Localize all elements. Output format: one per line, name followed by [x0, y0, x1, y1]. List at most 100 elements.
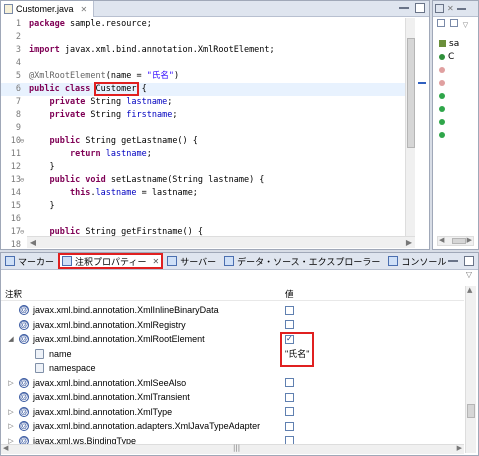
member-icon [439, 66, 445, 73]
outline-item[interactable] [433, 128, 478, 141]
code-line[interactable]: 11 return lastname; [1, 148, 406, 161]
scroll-right-icon[interactable]: ▶ [457, 444, 462, 452]
view-menu-icon[interactable]: ▽ [463, 21, 468, 29]
code-token: lastname [126, 97, 168, 107]
code-area[interactable]: 1 package sample.resource; 2 3 import javax.… [1, 18, 406, 276]
tab-markers[interactable]: マーカー [1, 253, 58, 269]
fold-icon[interactable]: ⊖ [20, 135, 24, 148]
code-line[interactable]: 7 private String lastname; [1, 96, 406, 109]
annotation-row[interactable]: @ javax.xml.bind.annotation.XmlTransient [1, 390, 464, 405]
scroll-up-icon[interactable]: ▲ [467, 286, 472, 294]
scroll-thumb[interactable] [467, 404, 475, 418]
expanded-twisty-icon[interactable]: ◢ [7, 335, 15, 343]
minimize-icon[interactable] [399, 3, 409, 9]
tab-console[interactable]: コンソール [384, 253, 450, 269]
scroll-thumb[interactable] [452, 238, 466, 244]
close-icon[interactable]: ✕ [152, 257, 159, 266]
outline-item[interactable] [433, 89, 478, 102]
column-header-annotation[interactable]: 注釈 [1, 286, 281, 300]
enable-checkbox[interactable] [285, 421, 294, 431]
enable-checkbox[interactable] [285, 407, 294, 417]
tab-servers[interactable]: サーバー [163, 253, 220, 269]
outline-item[interactable] [433, 63, 478, 76]
editor-tabbar: Customer.java ✕ [1, 1, 429, 17]
editor-vertical-scrollbar[interactable] [405, 18, 415, 236]
code-line[interactable]: 12 } [1, 161, 406, 174]
scroll-right-icon[interactable]: ▶ [403, 237, 415, 249]
member-icon [439, 53, 445, 60]
enable-checkbox[interactable] [285, 392, 294, 402]
outline-item[interactable]: C [433, 50, 478, 63]
fold-icon[interactable]: ⊖ [20, 174, 24, 187]
hide-fields-icon[interactable] [449, 19, 458, 27]
row-label: namespace [49, 363, 96, 374]
scroll-grip-icon[interactable]: ||| [233, 444, 240, 452]
outline-view-icon[interactable] [435, 4, 444, 13]
code-line[interactable]: 6 public class Customer { [1, 82, 406, 96]
view-menu-icon[interactable]: ▽ [466, 270, 472, 279]
code-line[interactable]: 4 [1, 57, 406, 70]
annotation-row[interactable]: @ javax.xml.bind.annotation.XmlRegistry [1, 318, 464, 333]
close-icon[interactable]: ✕ [447, 4, 454, 13]
close-icon[interactable]: ✕ [81, 5, 88, 14]
code-token: = lastname; [136, 188, 198, 198]
tab-label: データ・ソース・エクスプローラー [237, 257, 381, 268]
code-line[interactable]: 13 ⊖ public void setLastname(String lastn… [1, 174, 406, 187]
panel-horizontal-scrollbar[interactable]: ◀ ||| ▶ [1, 444, 464, 454]
sort-icon[interactable] [437, 19, 445, 27]
code-token: firstname [126, 110, 173, 120]
minimize-icon[interactable] [448, 256, 458, 262]
enable-checkbox[interactable] [285, 378, 294, 388]
annotation-member-row[interactable]: namespace [1, 361, 464, 376]
fold-icon[interactable]: ⊖ [20, 226, 24, 239]
code-line[interactable]: 10 ⊖ public String getLastname() { [1, 135, 406, 148]
code-token: sample.resource; [64, 19, 152, 29]
outline-item[interactable] [433, 115, 478, 128]
code-line[interactable]: 14 this.lastname = lastname; [1, 187, 406, 200]
collapsed-twisty-icon[interactable]: ▷ [7, 408, 15, 416]
column-header-value[interactable]: 値 [281, 286, 298, 300]
code-line[interactable]: 16 [1, 213, 406, 226]
enable-checkbox[interactable] [285, 320, 294, 330]
annotation-row[interactable]: ◢ @ javax.xml.bind.annotation.XmlRootEleme… [1, 332, 464, 347]
code-line[interactable]: 9 [1, 122, 406, 135]
code-line[interactable]: 2 [1, 31, 406, 44]
collapsed-twisty-icon[interactable]: ▷ [7, 379, 15, 387]
annotation-row[interactable]: ▷ @ javax.xml.bind.annotation.XmlSeeAlso [1, 376, 464, 391]
scroll-left-icon[interactable]: ◀ [27, 237, 39, 249]
editor-tab-customer-java[interactable]: Customer.java ✕ [1, 1, 95, 17]
row-label: javax.xml.bind.annotation.XmlRootElement [33, 334, 205, 345]
annotation-member-row[interactable]: name "氏名" [1, 347, 464, 362]
code-line[interactable]: 1 package sample.resource; [1, 18, 406, 31]
code-token: private [49, 97, 86, 107]
code-line[interactable]: 8 private String firstname; [1, 109, 406, 122]
scroll-right-icon[interactable]: ▶ [467, 236, 472, 244]
collapsed-twisty-icon[interactable]: ▷ [7, 422, 15, 430]
outline-item[interactable] [433, 102, 478, 115]
outline-horizontal-scrollbar[interactable]: ◀ ▶ [437, 236, 474, 246]
code-line[interactable]: 5 @XmlRootElement(name = "氏名") [1, 70, 406, 83]
maximize-icon[interactable] [415, 3, 425, 13]
outline-item[interactable]: sa [433, 37, 478, 50]
tab-label: コンソール [401, 257, 447, 268]
annotation-row[interactable]: ▷ @ javax.xml.bind.annotation.adapters.Xml… [1, 419, 464, 434]
scroll-left-icon[interactable]: ◀ [3, 444, 8, 452]
member-icon [35, 363, 44, 374]
code-token: public class [29, 84, 91, 94]
code-line[interactable]: 15 } [1, 200, 406, 213]
annotation-row[interactable]: ▷ @ javax.xml.bind.annotation.XmlType [1, 405, 464, 420]
panel-vertical-scrollbar[interactable]: ▲ [465, 286, 476, 453]
scroll-left-icon[interactable]: ◀ [439, 236, 444, 244]
tab-annotation-properties[interactable]: 注釈プロパティー ✕ [58, 253, 164, 269]
row-label: javax.xml.bind.annotation.XmlTransient [33, 392, 190, 403]
outline-item[interactable] [433, 76, 478, 89]
code-line[interactable]: 3 import javax.xml.bind.annotation.XmlRoo… [1, 44, 406, 57]
scroll-thumb[interactable] [407, 38, 415, 148]
editor-horizontal-scrollbar[interactable]: ◀ ▶ [27, 236, 415, 248]
ruler-marker[interactable] [418, 82, 426, 84]
annotation-row[interactable]: @ javax.xml.bind.annotation.XmlInlineBina… [1, 303, 464, 318]
tab-data-source-explorer[interactable]: データ・ソース・エクスプローラー [220, 253, 384, 269]
maximize-icon[interactable] [464, 256, 474, 266]
enable-checkbox[interactable] [285, 305, 294, 315]
minimize-icon[interactable] [456, 4, 466, 10]
